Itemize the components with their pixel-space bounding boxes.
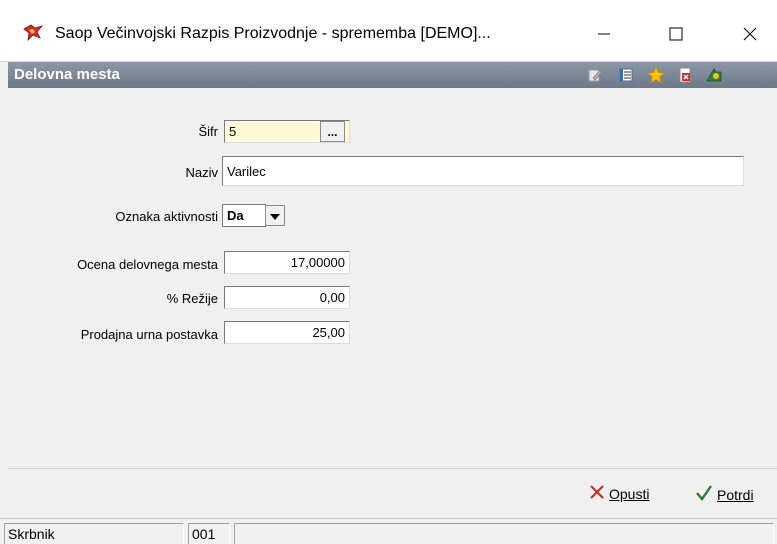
edit-icon[interactable] [586,66,604,84]
section-title: Delovna mesta [14,66,120,83]
cancel-button[interactable]: Opusti [589,484,649,503]
close-doc-icon[interactable] [676,66,694,84]
prodajna-urna-postavka-label: Prodajna urna postavka [80,327,218,342]
ocena-label: Ocena delovnega mesta [77,257,218,272]
status-code: 001 [188,523,230,544]
footer-bar: Opusti Potrdi [8,468,777,518]
close-button[interactable] [726,14,774,54]
status-bar: Skrbnik 001 [0,518,777,544]
sifra-lookup-button[interactable]: ... [320,121,345,142]
status-extra [234,523,774,544]
oznaka-aktivnosti-select[interactable]: Da [222,204,266,227]
maximize-button[interactable] [652,14,700,54]
prodajna-urna-postavka-input[interactable]: 25,00 [224,321,350,344]
app-logo-icon [23,23,44,42]
naziv-label: Naziv [185,165,218,180]
window-titlebar: Saop Večinvojski Razpis Proizvodnje - sp… [0,0,777,62]
confirm-button[interactable]: Potrdi [695,484,754,505]
star-icon[interactable] [647,66,665,84]
section-header: Delovna mesta [8,62,777,88]
naziv-input[interactable]: Varilec [222,156,744,186]
chevron-down-icon [270,208,280,223]
oznaka-dropdown-button[interactable] [265,205,285,226]
form-panel [8,88,777,468]
sifra-label: Šifr [198,124,219,139]
cancel-label: Opusti [609,485,650,502]
confirm-label: Potrdi [717,486,754,503]
oznaka-aktivnosti-label: Oznaka aktivnosti [115,209,218,224]
status-user: Skrbnik [4,523,184,544]
rezije-label: % Režije [166,291,218,306]
rezije-input[interactable]: 0,00 [224,286,350,309]
ocena-input[interactable]: 17,00000 [224,251,350,274]
checkmark-icon [695,484,713,505]
list-icon[interactable] [617,66,635,84]
minimize-button[interactable] [580,14,628,54]
cancel-x-icon [589,484,605,503]
window-title: Saop Večinvojski Razpis Proizvodnje - sp… [55,25,491,42]
exit-icon[interactable] [705,66,723,84]
